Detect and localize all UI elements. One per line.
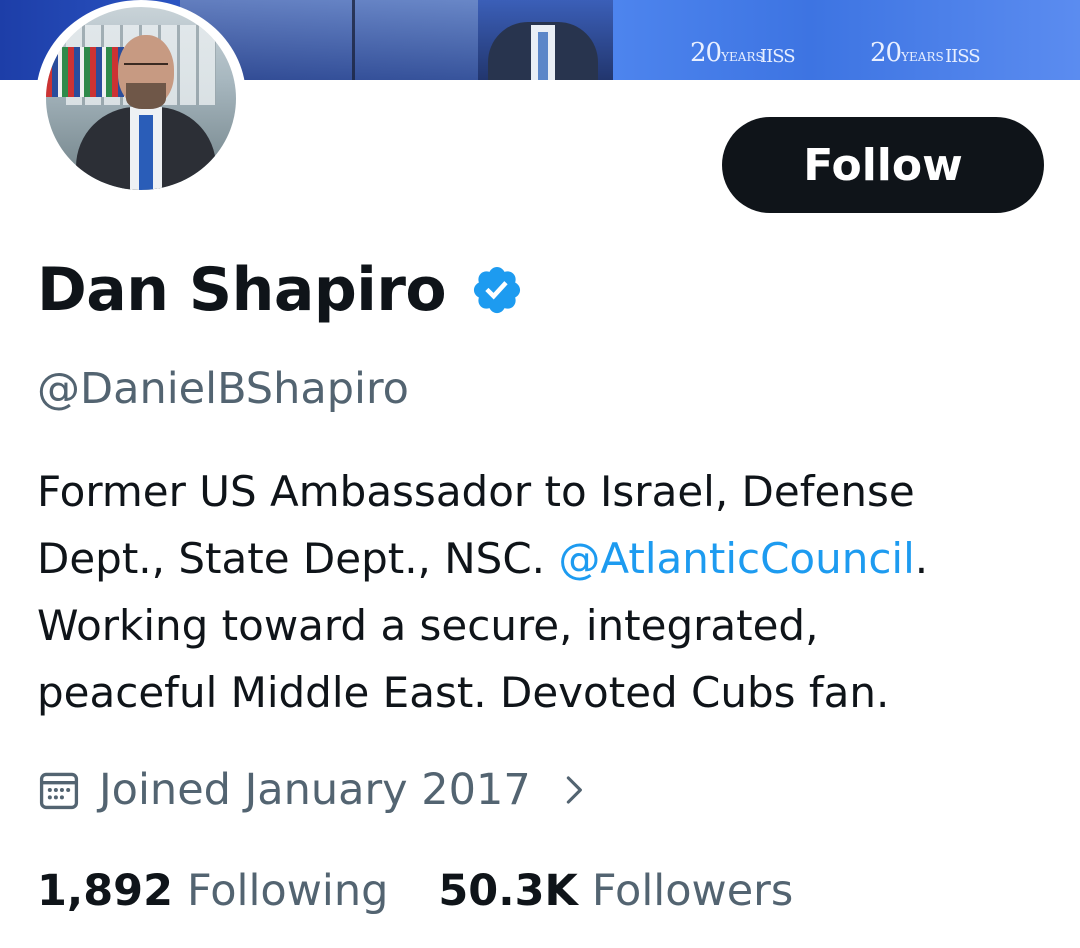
follow-button[interactable]: Follow — [722, 117, 1044, 213]
banner-logo-20-years: 20YEARS — [690, 38, 764, 68]
display-name: Dan Shapiro — [37, 255, 447, 325]
following-count: 1,892 — [37, 866, 174, 916]
joined-date-text: Joined January 2017 — [99, 765, 531, 815]
profile-name-row: Dan Shapiro — [37, 252, 524, 328]
profile-avatar[interactable] — [36, 0, 246, 194]
banner-logo-20-years: 20YEARS — [870, 38, 944, 68]
profile-handle: @DanielBShapiro — [37, 364, 409, 414]
mention-link-atlantic-council[interactable]: @AtlanticCouncil — [558, 534, 914, 583]
avatar-photo — [46, 7, 236, 190]
bio-line: Working toward a secure, integrated, — [37, 601, 819, 650]
following-link[interactable]: 1,892 Following — [37, 866, 388, 916]
banner-logo-iiss: IISS — [760, 46, 796, 67]
banner-microphone — [352, 0, 355, 80]
bio-line: Dept., State Dept., NSC. @AtlanticCounci… — [37, 534, 929, 583]
banner-photo-speaker — [478, 0, 613, 80]
bio-line: peaceful Middle East. Devoted Cubs fan. — [37, 668, 890, 717]
following-label: Following — [187, 866, 389, 916]
bio-line: Former US Ambassador to Israel, Defense — [37, 467, 915, 516]
chevron-right-icon — [566, 776, 582, 804]
banner-logo-iiss: IISS — [945, 46, 981, 67]
verified-badge-icon[interactable] — [470, 263, 524, 317]
followers-count: 50.3K — [438, 866, 578, 916]
calendar-icon — [39, 772, 79, 810]
followers-link[interactable]: 50.3K Followers — [438, 866, 793, 916]
follow-stats: 1,892 Following 50.3K Followers — [37, 860, 793, 922]
profile-bio: Former US Ambassador to Israel, Defense … — [37, 458, 1047, 726]
followers-label: Followers — [591, 866, 794, 916]
joined-date-row[interactable]: Joined January 2017 — [37, 760, 591, 820]
